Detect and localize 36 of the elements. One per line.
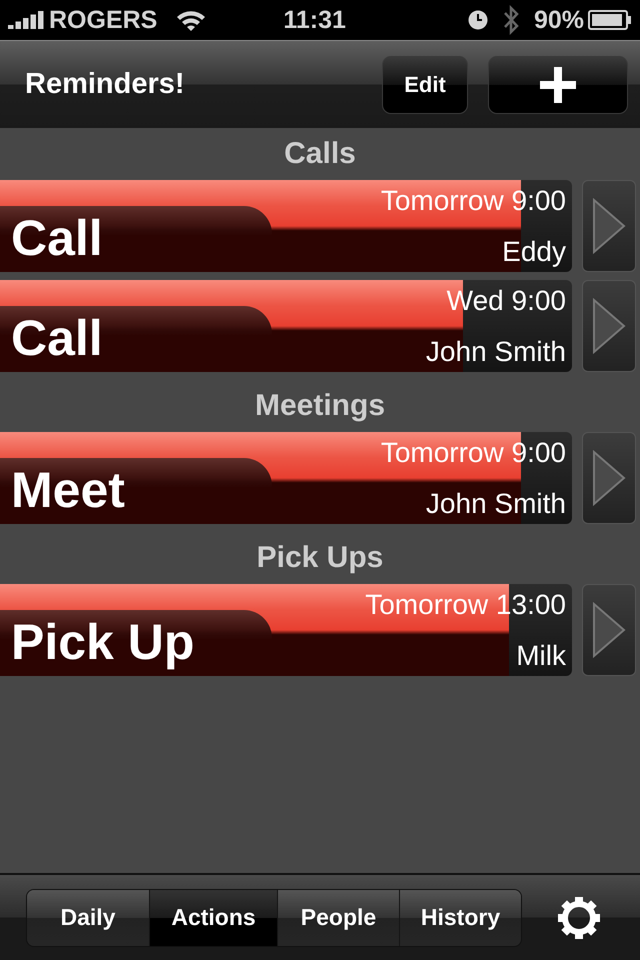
clock-time: 11:31 <box>283 8 346 32</box>
alarm-clock-icon <box>468 10 488 30</box>
edit-button[interactable]: Edit <box>382 56 468 114</box>
detail-button[interactable] <box>582 584 636 676</box>
detail-button[interactable] <box>582 280 636 372</box>
bluetooth-icon <box>502 4 520 36</box>
reminder-action: Call <box>11 211 103 266</box>
detail-button[interactable] <box>582 180 636 272</box>
reminder-action: Call <box>11 311 103 366</box>
play-arrow-icon <box>592 602 626 658</box>
segment-tab[interactable]: People <box>277 890 399 946</box>
reminder-action: Pick Up <box>11 615 194 670</box>
section-header: Pick Ups <box>256 541 384 575</box>
reminder-contact: Eddy <box>502 237 566 268</box>
add-button[interactable] <box>488 56 628 114</box>
reminder-contact: John Smith <box>426 489 566 520</box>
play-arrow-icon <box>592 198 626 254</box>
battery-percent: 90% <box>534 8 584 32</box>
carrier-name: ROGERS <box>49 8 158 32</box>
play-arrow-icon <box>592 450 626 506</box>
settings-button[interactable] <box>558 896 600 938</box>
section-header: Calls <box>284 137 356 171</box>
settings-icon <box>558 896 600 938</box>
battery-icon <box>588 10 632 30</box>
screen-title: Reminders! <box>25 68 186 101</box>
reminder-contact: John Smith <box>426 337 566 368</box>
plus-icon <box>540 66 576 102</box>
segment-tab[interactable]: Actions <box>149 890 277 946</box>
segment-tab[interactable]: Daily <box>27 890 149 946</box>
section-header: Meetings <box>254 389 386 423</box>
reminder-contact: Milk <box>516 641 566 672</box>
play-arrow-icon <box>592 298 626 354</box>
segment-tab[interactable]: History <box>399 890 521 946</box>
reminder-action: Meet <box>11 463 125 518</box>
signal-icon <box>8 11 45 29</box>
detail-button[interactable] <box>582 432 636 524</box>
